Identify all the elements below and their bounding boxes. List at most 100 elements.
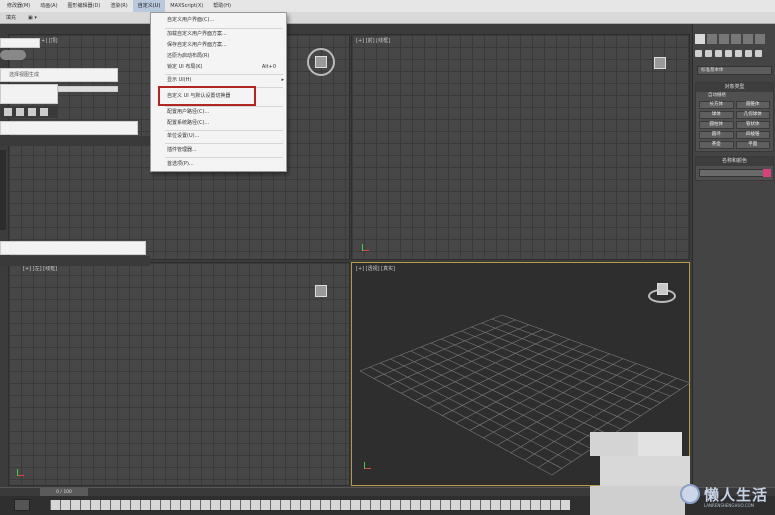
blurred-region xyxy=(590,486,685,515)
menu-item-label: 锁定 UI 布局(K) xyxy=(167,64,203,70)
menu-separator xyxy=(165,143,283,144)
command-panel-tabs xyxy=(695,34,774,44)
menu-customize[interactable]: 自定义(U) xyxy=(132,0,166,12)
grid-line xyxy=(483,358,624,439)
tool-icon[interactable] xyxy=(28,108,36,116)
left-toolbar-icons-2 xyxy=(0,256,150,266)
blurred-region xyxy=(638,432,682,456)
object-type-rollout: 对象类型 自动栅格 长方体 圆锥体 球体 几何球体 圆柱体 管状体 圆环 四棱锥… xyxy=(695,82,774,152)
viewport-label[interactable]: [+] [左] [线框] xyxy=(23,265,57,272)
tool-icon[interactable] xyxy=(4,108,12,116)
left-field[interactable]: 选择视图生成 xyxy=(0,68,118,82)
menu-item-plugin-manager[interactable]: 插件管理器... xyxy=(151,145,288,156)
viewcube-icon[interactable] xyxy=(307,48,335,76)
main-toolbar: 填充 ▣ ▾ xyxy=(0,12,775,24)
systems-icon[interactable] xyxy=(755,50,762,57)
menu-item-label: 显示 UI(H) xyxy=(167,77,192,83)
blurred-region xyxy=(600,456,690,486)
menu-bar: 修改器(M) 动画(A) 图形编辑器(D) 渲染(R) 自定义(U) MAXSc… xyxy=(0,0,775,12)
helpers-icon[interactable] xyxy=(735,50,742,57)
menu-shortcut: Alt+0 xyxy=(261,64,276,70)
left-panel-bar xyxy=(0,121,138,135)
menu-rendering[interactable]: 渲染(R) xyxy=(105,0,132,12)
submenu-arrow-icon: ▸ xyxy=(281,77,284,83)
menu-item-label: 加载自定义用户界面方案... xyxy=(167,31,227,37)
cylinder-button[interactable]: 圆柱体 xyxy=(699,121,734,129)
geosphere-button[interactable]: 几何球体 xyxy=(735,111,770,119)
menu-help[interactable]: 帮助(H) xyxy=(208,0,236,12)
viewport-label[interactable]: [+] [前] [线框] xyxy=(356,37,390,44)
tool-icon[interactable] xyxy=(16,108,24,116)
display-tab-icon[interactable] xyxy=(743,34,753,44)
menu-item-label: 还原为启动布局(R) xyxy=(167,53,210,59)
viewcube-icon[interactable] xyxy=(648,281,676,309)
viewcube-icon[interactable] xyxy=(646,49,674,77)
left-panel-strip xyxy=(0,38,40,48)
primitive-type-select[interactable]: 标准基本体 xyxy=(697,66,772,75)
left-scroll[interactable] xyxy=(0,150,6,230)
menu-item-customize-ui[interactable]: 自定义用户界面(C)... xyxy=(151,15,288,26)
menu-item-revert-layout[interactable]: 还原为启动布局(R) xyxy=(151,51,288,62)
left-panel-bar-2 xyxy=(0,241,146,255)
menu-graph-editors[interactable]: 图形编辑器(D) xyxy=(63,0,106,12)
cameras-icon[interactable] xyxy=(725,50,732,57)
viewport-label[interactable]: [+] [顶] xyxy=(39,37,58,44)
cone-button[interactable]: 圆锥体 xyxy=(735,101,770,109)
viewport-front[interactable]: [+] [前] [线框] xyxy=(351,34,690,260)
utilities-tab-icon[interactable] xyxy=(755,34,765,44)
toggle-switch[interactable] xyxy=(0,50,26,60)
grid-line xyxy=(390,358,582,456)
autogrid-checkbox[interactable]: 自动栅格 xyxy=(696,92,773,99)
key-mode-button[interactable] xyxy=(14,499,30,511)
watermark-logo-icon xyxy=(680,484,700,504)
fill-label[interactable]: 填充 xyxy=(0,14,22,21)
tool-icon[interactable] xyxy=(40,108,48,116)
pyramid-button[interactable]: 四棱锥 xyxy=(735,131,770,139)
menu-item-label: 首选项(P)... xyxy=(167,161,194,167)
grid-line xyxy=(359,370,553,476)
toolbar-dropdown[interactable]: ▣ ▾ xyxy=(22,15,43,21)
menu-item-system-paths[interactable]: 配置系统路径(C)... xyxy=(151,118,288,129)
menu-item-lock-ui[interactable]: 锁定 UI 布局(K) Alt+0 xyxy=(151,62,288,73)
menu-item-show-ui[interactable]: 显示 UI(H) ▸ xyxy=(151,75,288,86)
menu-item-user-paths[interactable]: 配置用户路径(C)... xyxy=(151,107,288,118)
menu-separator xyxy=(165,157,283,158)
menu-item-units-setup[interactable]: 单位设置(U)... xyxy=(151,131,288,142)
geometry-icon[interactable] xyxy=(695,50,702,57)
hierarchy-tab-icon[interactable] xyxy=(719,34,729,44)
motion-tab-icon[interactable] xyxy=(731,34,741,44)
menu-modifiers[interactable]: 修改器(M) xyxy=(2,0,35,12)
plane-button[interactable]: 平面 xyxy=(735,141,770,149)
object-name-field[interactable] xyxy=(699,169,771,177)
grid-line xyxy=(430,342,622,430)
menu-item-save-ui-scheme[interactable]: 保存自定义用户界面方案... xyxy=(151,40,288,51)
menu-maxscript[interactable]: MAXScript(X) xyxy=(165,0,208,12)
rollout-title[interactable]: 对象类型 xyxy=(696,83,773,92)
sphere-button[interactable]: 球体 xyxy=(699,111,734,119)
box-button[interactable]: 长方体 xyxy=(699,101,734,109)
axis-gizmo-icon xyxy=(15,468,25,478)
create-tab-icon[interactable] xyxy=(695,34,705,44)
name-color-rollout: 名称和颜色 xyxy=(695,156,774,181)
viewport-left[interactable]: [+] [左] [线框] xyxy=(8,262,350,486)
timeline-ruler[interactable] xyxy=(50,500,570,510)
torus-button[interactable]: 圆环 xyxy=(699,131,734,139)
lights-icon[interactable] xyxy=(715,50,722,57)
left-icon-row xyxy=(0,106,58,118)
tube-button[interactable]: 管状体 xyxy=(735,121,770,129)
teapot-button[interactable]: 茶壶 xyxy=(699,141,734,149)
left-slider[interactable] xyxy=(58,86,118,92)
left-toolbar-icons xyxy=(0,136,150,146)
grid-line xyxy=(380,362,572,463)
rollout-title[interactable]: 名称和颜色 xyxy=(696,157,773,166)
object-color-swatch[interactable] xyxy=(763,169,771,177)
command-panel: 标准基本体 对象类型 自动栅格 长方体 圆锥体 球体 几何球体 圆柱体 管状体 … xyxy=(692,24,775,494)
menu-animation[interactable]: 动画(A) xyxy=(35,0,62,12)
menu-item-preferences[interactable]: 首选项(P)... xyxy=(151,159,288,170)
viewcube-icon[interactable] xyxy=(307,277,335,305)
menu-item-load-ui-scheme[interactable]: 加载自定义用户界面方案... xyxy=(151,29,288,40)
shapes-icon[interactable] xyxy=(705,50,712,57)
modify-tab-icon[interactable] xyxy=(707,34,717,44)
menu-item-label: 插件管理器... xyxy=(167,147,197,153)
spacewarps-icon[interactable] xyxy=(745,50,752,57)
